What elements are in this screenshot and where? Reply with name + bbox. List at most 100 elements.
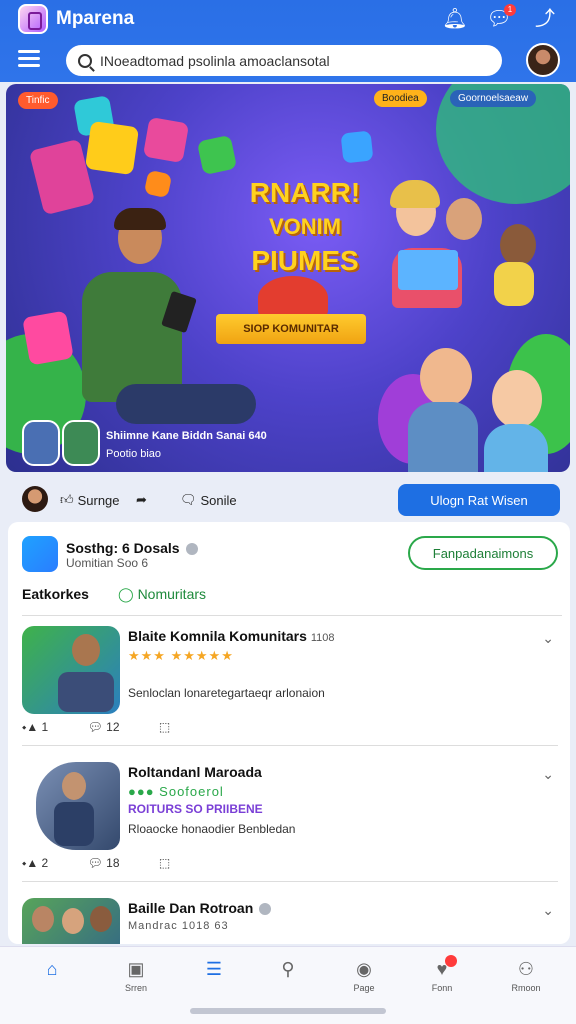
post-stats: ⬩▲ 2 💬︎ 18 ⬚ [22, 856, 206, 871]
laptop-illustration [398, 250, 458, 290]
chat-bubble-icon: ◯ [118, 586, 138, 602]
app-tile-icon [340, 130, 374, 164]
chevron-down-icon[interactable]: ⌄ [542, 902, 554, 919]
post-tag: ROITURS SO PRIIBENE [128, 802, 263, 816]
hero-creator-subtitle: Pootio biao [106, 448, 162, 460]
post-rating: ●●● Soofoerol [128, 784, 224, 799]
post-title: Blaite Komnila Komunitars 1108 [128, 628, 335, 644]
community-subtitle: Uomitian Soo 6 [66, 556, 149, 570]
comment-count[interactable]: 💬︎ 18 [88, 856, 120, 870]
post-rating: ★★★ ★★★★★ [128, 648, 234, 663]
follow-button[interactable]: Fanpadanaimons [408, 536, 558, 570]
hero-chip[interactable]: Goornoelsaeaw [450, 90, 537, 107]
app-tile-icon [143, 169, 173, 199]
nav-menu[interactable]: ☰ [184, 959, 244, 983]
creator-avatar[interactable] [62, 420, 100, 466]
chevron-down-icon[interactable]: ⌄ [542, 766, 554, 783]
compass-icon: ◉ [356, 959, 372, 979]
verified-icon [259, 903, 272, 916]
nav-search[interactable]: ⚲ [258, 959, 318, 983]
post-thumbnail [36, 762, 120, 850]
post-title: Baille Dan Rotroan [128, 900, 272, 916]
search-icon: ⚲ [281, 959, 295, 979]
post-title: Roltandanl Maroada [128, 764, 262, 780]
thumbs-up-icon: 👍︎ [60, 492, 74, 507]
post-thumbnail [22, 626, 120, 714]
verified-icon [185, 543, 198, 556]
man-illustration [114, 208, 166, 230]
share-button[interactable]: ➦ [136, 492, 151, 508]
action-row: 👍︎ Surnge ➦ 🗨︎ Sonile Ulogn Rat Wisen [6, 480, 570, 520]
child-illustration [420, 348, 472, 406]
search-bar[interactable] [66, 45, 502, 76]
nav-screen[interactable]: ▣ Srren [106, 959, 166, 993]
post-stats: ⬩▲ 1 💬︎ 12 ⬚ [22, 720, 206, 735]
post-thumbnail [22, 898, 120, 944]
bell-icon[interactable]: 🔔︎ [442, 6, 468, 32]
child-illustration [484, 424, 548, 472]
app-tile-icon [28, 138, 96, 216]
community-icon [22, 536, 58, 572]
person-illustration [390, 180, 440, 208]
app-logo [18, 4, 48, 34]
menu-button[interactable] [18, 50, 40, 68]
community-title: Sosthg: 6 Dosals [66, 540, 198, 556]
heart-icon: ♥ [431, 955, 457, 979]
share-arrow-icon: ➦ [136, 492, 147, 507]
person-icon: ⚇ [517, 959, 535, 979]
nav-home[interactable]: ⌂ [22, 959, 82, 983]
child-illustration [492, 370, 542, 428]
chevron-down-icon[interactable]: ⌄ [542, 630, 554, 647]
app-title: Mparena [56, 8, 135, 29]
tab-bar: Eatkorkes ◯ Nomuritars [22, 586, 562, 616]
search-icon [78, 53, 92, 68]
list-item[interactable]: Baille Dan Rotroan Mandrac 1018 63 ⌄ [22, 894, 558, 944]
tab-communities[interactable]: ◯ Nomuritars [118, 586, 206, 603]
tv-icon: ▣ [127, 959, 145, 979]
man-illustration [116, 384, 256, 424]
nav-profile[interactable]: ⚇ Rmoon [496, 959, 556, 993]
like-button[interactable]: 👍︎ Surnge [60, 492, 120, 508]
post-description: Senloclan lonaretegartaeqr arlonaion [128, 686, 325, 700]
creator-avatar[interactable] [22, 420, 60, 466]
hero-title: RNARR! VONIM PIUMES [249, 177, 361, 276]
user-avatar[interactable] [22, 486, 48, 512]
list-item[interactable]: Blaite Komnila Komunitars 1108 ★★★ ★★★★★… [22, 622, 558, 746]
comment-button[interactable]: 🗨︎ Sonile [180, 492, 237, 508]
nav-favorites[interactable]: ♥ Fonn [412, 955, 472, 993]
child-illustration [408, 402, 478, 472]
app-tile-icon [142, 116, 190, 164]
reaction-count[interactable]: ⬩▲ 2 [22, 856, 48, 870]
share-icon[interactable]: ⤴ [532, 6, 558, 32]
person-illustration [446, 198, 482, 240]
post-description: Rloaocke honaodier Benbledan [128, 822, 296, 836]
comment-count[interactable]: 💬︎ 12 [88, 720, 120, 734]
hero-ribbon: SIOP KOMUNITAR [216, 314, 366, 344]
profile-avatar[interactable] [526, 43, 560, 77]
chat-badge: 1 [504, 4, 516, 16]
join-button[interactable]: Ulogn Rat Wisen [398, 484, 560, 516]
top-bar: Mparena 🔔︎ 💬︎ 1 ⤴ [0, 0, 576, 82]
hero-chip[interactable]: Boodiea [374, 90, 427, 107]
chat-icon[interactable]: 💬︎ 1 [486, 4, 516, 32]
live-badge: Tinfic [18, 92, 58, 109]
post-meta: Mandrac 1018 63 [128, 920, 229, 932]
home-icon: ⌂ [46, 959, 58, 979]
hero-creator-name: Shiimne Kane Biddn Sanai 640 [106, 430, 267, 442]
app-tile-icon [84, 120, 140, 176]
person-illustration [500, 224, 536, 266]
tab-explore[interactable]: Eatkorkes [22, 586, 89, 602]
comment-icon: 🗨︎ [180, 492, 197, 507]
man-illustration [82, 272, 182, 402]
reaction-count[interactable]: ⬩▲ 1 [22, 720, 48, 734]
notification-dot [445, 955, 457, 967]
save-icon[interactable]: ⬚ [159, 856, 170, 870]
list-icon: ☰ [205, 959, 223, 979]
save-icon[interactable]: ⬚ [159, 720, 170, 734]
app-tile-icon [22, 310, 74, 366]
nav-page[interactable]: ◉ Page [334, 959, 394, 993]
list-item[interactable]: Roltandanl Maroada ●●● Soofoerol ROITURS… [22, 758, 558, 882]
hero-banner[interactable]: Tinfic Boodiea Goornoelsaeaw RNARR! VONI… [6, 84, 570, 472]
person-illustration [494, 262, 534, 306]
search-input[interactable] [100, 52, 480, 69]
